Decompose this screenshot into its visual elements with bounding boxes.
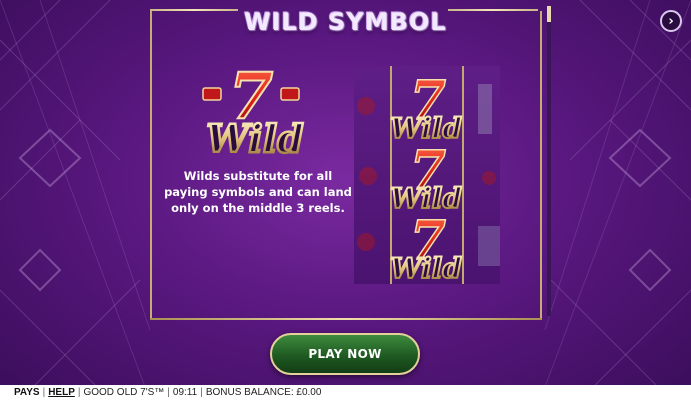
reel-example: 7 Wild 7 Wild 7 Wild [354,66,500,284]
wild-word: Wild [206,116,303,161]
page-title: WILD SYMBOL [244,8,447,36]
reel-wild-symbol-1: 7 Wild [389,69,463,146]
separator: | [77,387,81,398]
bonus-balance: BONUS BALANCE: £0.00 [205,387,322,398]
reel-wild-symbol-2: 7 Wild [389,139,463,216]
wild-description: Wilds substitute for all paying symbols … [158,168,358,216]
next-page-button[interactable]: › [660,10,682,32]
clock: 09:11 [172,387,198,398]
scrollbar-thumb[interactable] [547,6,551,22]
reel-wild-word: Wild [390,252,462,284]
scrollbar-track[interactable] [547,6,551,316]
description-line: Wilds substitute for all [183,169,333,183]
play-now-button[interactable]: PLAY NOW [270,333,420,375]
reel-illustration: 7 Wild 7 Wild 7 Wild [357,66,500,284]
reel-wild-symbol-3: 7 Wild [389,209,463,284]
description-line: only on the middle 3 reels. [171,201,345,215]
separator: | [167,387,170,398]
status-bar: PAYS | HELP | GOOD OLD 7'S™ | 09:11 | BO… [0,385,691,400]
wild-symbol-logo: 7 Wild [202,66,305,162]
panel-bottom-border [150,318,542,320]
chevron-right-icon: › [668,13,674,29]
separator: | [200,387,203,398]
pays-link[interactable]: PAYS [14,387,40,398]
description-line: paying symbols and can land [164,185,352,199]
game-name: GOOD OLD 7'S™ [83,387,165,398]
separator: | [42,387,46,398]
help-link[interactable]: HELP [48,387,75,398]
